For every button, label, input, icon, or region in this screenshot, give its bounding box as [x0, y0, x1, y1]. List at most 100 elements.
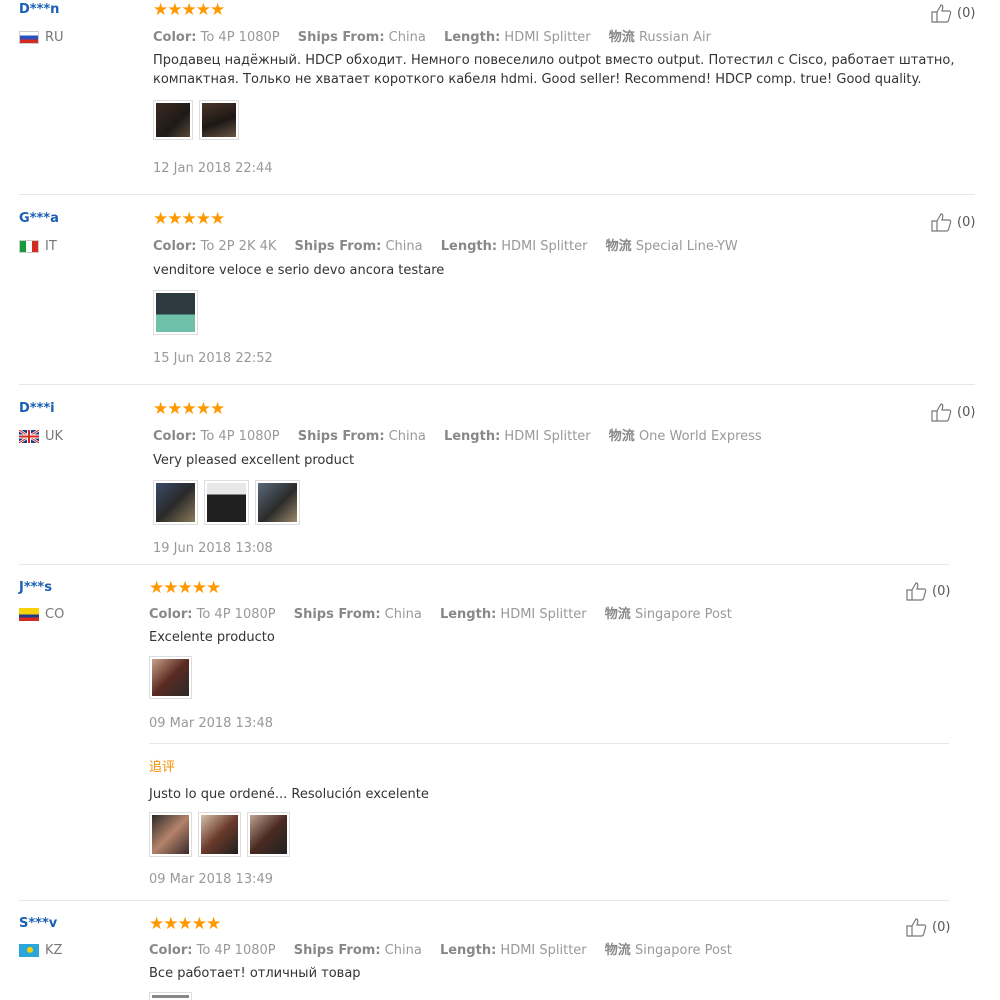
thumbs-up-icon	[931, 213, 952, 232]
review-text: Very pleased excellent product	[153, 453, 355, 468]
length-value: HDMI Splitter	[504, 429, 591, 444]
reviewer-country: KZ	[19, 943, 62, 958]
review-date: 15 Jun 2018 22:52	[153, 351, 273, 366]
logistics-label: 物流	[608, 30, 635, 45]
review-text: venditore veloce e serio devo ancora tes…	[153, 263, 445, 278]
review-photo[interactable]	[149, 812, 192, 857]
ships-value: China	[388, 30, 426, 45]
review-photo[interactable]	[204, 480, 249, 525]
review-photo[interactable]	[149, 992, 192, 1000]
review-attributes: Color: To 4P 1080P Ships From: China Len…	[149, 939, 746, 958]
color-value: To 4P 1080P	[200, 30, 280, 45]
logistics-label: 物流	[605, 239, 632, 254]
review-photo[interactable]	[153, 100, 193, 140]
thumbs-up-icon	[931, 4, 952, 23]
color-value: To 4P 1080P	[196, 943, 276, 958]
ships-value: China	[384, 943, 422, 958]
logistics-value: Singapore Post	[634, 943, 732, 958]
like-count: (0)	[957, 214, 976, 230]
length-value: HDMI Splitter	[501, 239, 588, 254]
review-photos	[153, 100, 239, 140]
color-value: To 4P 1080P	[200, 429, 280, 444]
reviewer-name[interactable]: D***n	[19, 2, 59, 17]
review-photo[interactable]	[153, 480, 198, 525]
review-date: 19 Jun 2018 13:08	[153, 541, 273, 556]
country-code: UK	[45, 429, 64, 444]
length-value: HDMI Splitter	[504, 30, 591, 45]
divider	[19, 384, 975, 385]
rating-stars: ★★★★★	[153, 0, 225, 20]
review-text: Продавец надёжный. HDCP обходит. Немного…	[153, 53, 955, 87]
length-label: Length:	[443, 30, 501, 45]
logistics-label: 物流	[604, 607, 631, 622]
like-button[interactable]: (0)	[930, 212, 975, 232]
review-text: Все работает! отличный товар	[149, 966, 361, 981]
review-date: 09 Mar 2018 13:48	[149, 716, 274, 731]
review-attributes: Color: To 4P 1080P Ships From: China Len…	[153, 26, 725, 45]
review-photo[interactable]	[153, 290, 198, 335]
reviewer-country: CO	[19, 607, 64, 622]
ships-label: Ships From:	[293, 607, 381, 622]
color-label: Color:	[149, 943, 193, 958]
followup-date: 09 Mar 2018 13:49	[149, 872, 274, 887]
flag-co-icon	[19, 608, 39, 621]
review-text: Excelente producto	[149, 630, 275, 645]
review-photo[interactable]	[199, 100, 239, 140]
like-button[interactable]: (0)	[930, 402, 975, 422]
thumbs-up-icon	[906, 582, 927, 601]
ships-value: China	[388, 429, 426, 444]
country-code: RU	[45, 30, 64, 45]
review-photo[interactable]	[255, 480, 300, 525]
flag-kz-icon	[19, 944, 39, 957]
flag-uk-icon	[19, 430, 39, 443]
review-photo[interactable]	[198, 812, 241, 857]
length-value: HDMI Splitter	[500, 607, 587, 622]
ships-label: Ships From:	[297, 429, 385, 444]
ships-label: Ships From:	[294, 239, 382, 254]
divider	[19, 564, 949, 565]
like-button[interactable]: (0)	[905, 917, 950, 937]
rating-stars: ★★★★★	[149, 578, 221, 598]
reviewer-name[interactable]: G***a	[19, 211, 59, 226]
review-attributes: Color: To 4P 1080P Ships From: China Len…	[153, 425, 776, 444]
length-value: HDMI Splitter	[500, 943, 587, 958]
rating-stars: ★★★★★	[149, 914, 221, 934]
review-photo[interactable]	[149, 656, 192, 699]
like-button[interactable]: (0)	[905, 581, 950, 601]
color-label: Color:	[149, 607, 193, 622]
like-button[interactable]: (0)	[930, 3, 975, 23]
review-photo[interactable]	[247, 812, 290, 857]
reviewer-name[interactable]: D***i	[19, 401, 55, 416]
length-label: Length:	[443, 429, 501, 444]
followup-label: 追评	[149, 760, 176, 775]
flag-ru-icon	[19, 31, 39, 44]
reviewer-country: IT	[19, 239, 57, 254]
color-label: Color:	[153, 30, 197, 45]
country-code: IT	[45, 239, 57, 254]
length-label: Length:	[439, 607, 497, 622]
reviewer-country: RU	[19, 30, 64, 45]
country-code: CO	[45, 607, 65, 622]
review-photos	[149, 992, 192, 1000]
like-count: (0)	[957, 404, 976, 420]
reviewer-name[interactable]: S***v	[19, 916, 57, 931]
length-label: Length:	[439, 943, 497, 958]
logistics-value: Singapore Post	[634, 607, 732, 622]
color-value: To 2P 2K 4K	[200, 239, 277, 254]
review-attributes: Color: To 2P 2K 4K Ships From: China Len…	[153, 235, 752, 254]
rating-stars: ★★★★★	[153, 209, 225, 229]
length-label: Length:	[440, 239, 498, 254]
divider	[149, 743, 949, 744]
ships-value: China	[385, 239, 423, 254]
color-label: Color:	[153, 429, 197, 444]
color-value: To 4P 1080P	[196, 607, 276, 622]
reviewer-name[interactable]: J***s	[19, 580, 52, 595]
ships-value: China	[384, 607, 422, 622]
ships-label: Ships From:	[293, 943, 381, 958]
reviewer-country: UK	[19, 429, 63, 444]
thumbs-up-icon	[906, 918, 927, 937]
followup-photos	[149, 812, 290, 857]
logistics-label: 物流	[608, 429, 635, 444]
followup-text: Justo lo que ordené... Resolución excele…	[149, 787, 429, 802]
review-photos	[149, 656, 192, 699]
